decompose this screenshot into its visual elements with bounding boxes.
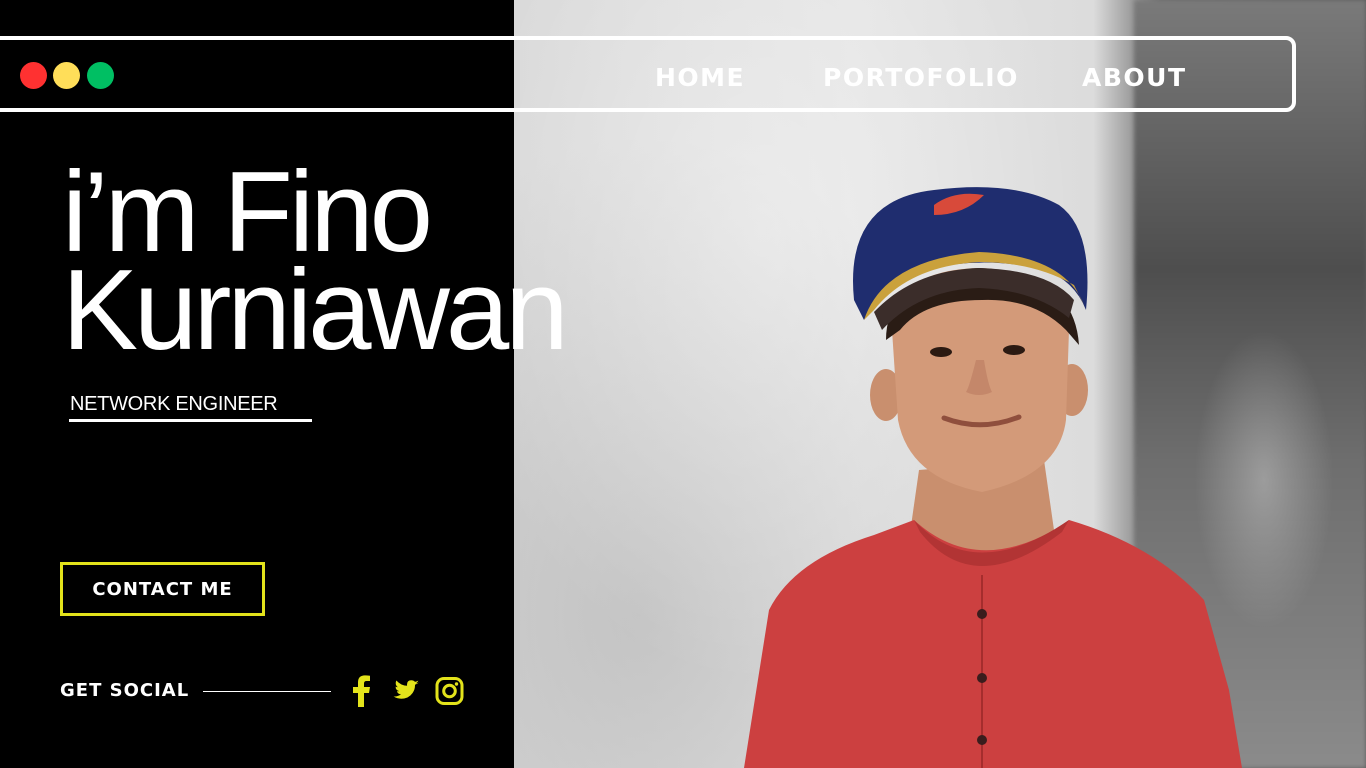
portfolio-hero: HOME PORTOFOLIO ABOUT i’m Fino Kurniawan… <box>0 0 1366 768</box>
get-social-label: GET SOCIAL <box>60 680 190 701</box>
close-dot-icon <box>20 62 47 89</box>
maximize-dot-icon <box>87 62 114 89</box>
nav-portfolio-link[interactable]: PORTOFOLIO <box>823 62 1019 94</box>
person-illustration <box>744 187 1242 768</box>
twitter-icon[interactable] <box>388 675 420 707</box>
instagram-icon[interactable] <box>435 675 464 707</box>
nav-home-link[interactable]: HOME <box>655 62 745 94</box>
headline-name: Kurniawan <box>62 247 569 374</box>
social-divider <box>203 691 331 692</box>
profile-photo <box>514 0 1366 768</box>
contact-me-button[interactable]: CONTACT ME <box>60 562 265 616</box>
facebook-icon[interactable] <box>350 675 372 707</box>
role-title: NETWORK ENGINEER <box>70 393 278 415</box>
nav-about-link[interactable]: ABOUT <box>1082 62 1187 94</box>
role-underline <box>69 419 312 422</box>
minimize-dot-icon <box>53 62 80 89</box>
